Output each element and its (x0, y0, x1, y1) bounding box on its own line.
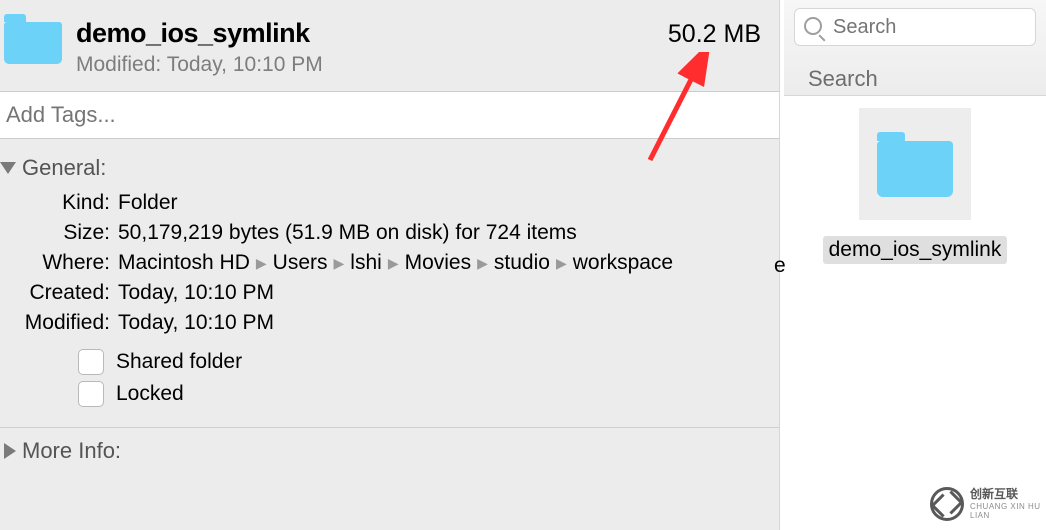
general-disclosure[interactable]: General: (0, 149, 779, 191)
created-value: Today, 10:10 PM (118, 281, 769, 305)
watermark-text-cn: 创新互联 (970, 488, 1042, 501)
shared-folder-label: Shared folder (116, 350, 242, 374)
finder-item-label: demo_ios_symlink (823, 236, 1008, 264)
finder-toolbar: Search (784, 0, 1046, 96)
chevron-right-icon (4, 443, 16, 459)
search-icon (804, 17, 822, 35)
get-info-panel: demo_ios_symlink 50.2 MB Modified: Today… (0, 0, 780, 530)
tags-input[interactable] (0, 91, 779, 139)
kind-label: Kind: (6, 191, 110, 215)
folder-title: demo_ios_symlink (76, 18, 310, 49)
search-input[interactable] (794, 8, 1036, 46)
locked-label: Locked (116, 382, 184, 406)
shared-folder-checkbox[interactable] (78, 349, 104, 375)
watermark-text-en: CHUANG XIN HU LIAN (970, 502, 1042, 520)
more-info-disclosure[interactable]: More Info: (0, 428, 779, 464)
size-label: Size: (6, 221, 110, 245)
where-value: Macintosh HD▶ Users▶ lshi▶ Movies▶ studi… (118, 251, 769, 275)
truncated-previous-item: e (774, 254, 786, 278)
finder-item-icon (859, 108, 971, 220)
finder-item[interactable]: demo_ios_symlink (823, 108, 1008, 264)
general-section: General: Kind: Folder Size: 50,179,219 b… (0, 149, 779, 428)
watermark-icon (930, 487, 964, 521)
info-header: demo_ios_symlink 50.2 MB Modified: Today… (0, 0, 779, 91)
search-scope-label[interactable]: Search (808, 66, 1046, 92)
where-label: Where: (6, 251, 110, 275)
size-value: 50,179,219 bytes (51.9 MB on disk) for 7… (118, 221, 769, 245)
kind-value: Folder (118, 191, 769, 215)
modified-summary: Modified: Today, 10:10 PM (76, 53, 761, 77)
finder-window: Search e demo_ios_symlink (780, 0, 1046, 530)
modified-value: Today, 10:10 PM (118, 311, 769, 335)
created-label: Created: (6, 281, 110, 305)
chevron-down-icon (0, 162, 16, 174)
locked-checkbox[interactable] (78, 381, 104, 407)
folder-icon (4, 14, 62, 64)
modified-label: Modified: (6, 311, 110, 335)
watermark-logo: 创新互联 CHUANG XIN HU LIAN (926, 478, 1046, 530)
folder-size-summary: 50.2 MB (668, 20, 761, 49)
